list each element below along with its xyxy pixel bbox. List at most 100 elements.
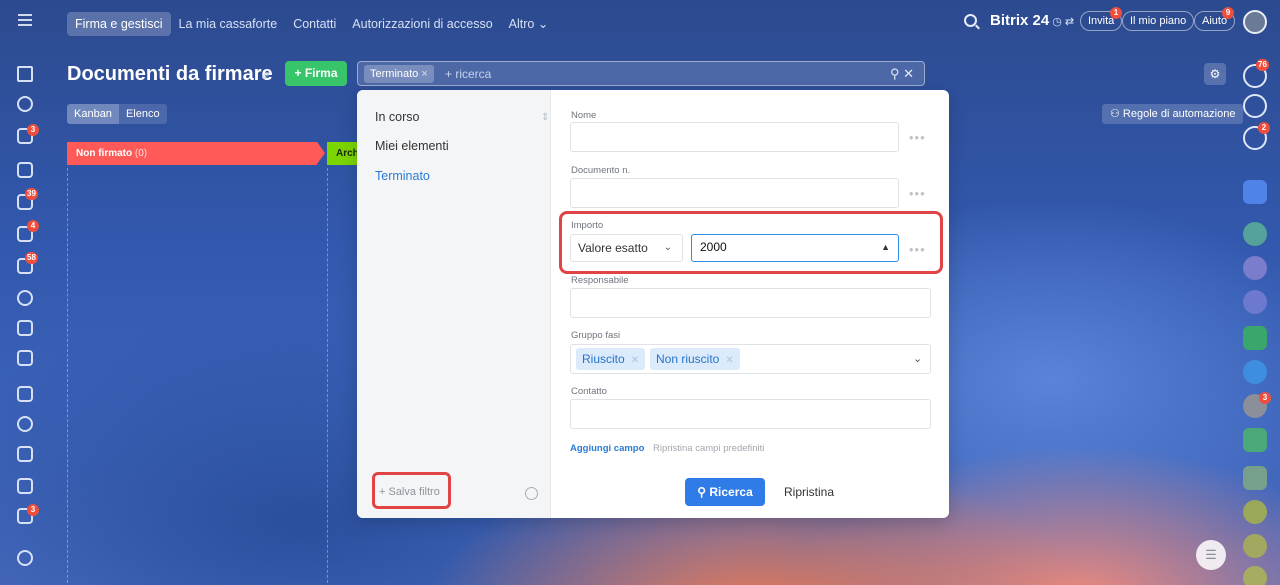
column-border: [327, 168, 328, 585]
contact-cv-icon[interactable]: [1243, 222, 1267, 246]
bookmark-icon[interactable]: [1243, 180, 1267, 204]
field-label-documento: Documento n.: [571, 165, 631, 176]
chip-close-icon[interactable]: ×: [421, 68, 427, 80]
calendar-icon[interactable]: [17, 320, 33, 336]
notifications-badge: 76: [1256, 59, 1269, 71]
gear-icon[interactable]: ⚙: [1204, 63, 1226, 85]
nav-cassaforte[interactable]: La mia cassaforte: [171, 12, 286, 36]
top-nav: Firma e gestisci La mia cassaforte Conta…: [67, 11, 556, 36]
preset-terminato[interactable]: Terminato: [375, 169, 430, 183]
contact-cb-icon[interactable]: [1243, 290, 1267, 314]
search-button-label: Ricerca: [709, 485, 753, 499]
contatto-input[interactable]: [570, 399, 931, 429]
tab-kanban[interactable]: Kanban: [67, 104, 119, 124]
activity-icon[interactable]: [17, 96, 33, 112]
tag-non-riuscito-label: Non riuscito: [656, 352, 720, 366]
feed-icon[interactable]: [17, 162, 33, 178]
list-icon[interactable]: ☰: [1196, 540, 1226, 570]
preset-settings-icon[interactable]: [525, 487, 538, 500]
tools-badge: 3: [27, 504, 39, 516]
brand-name: Bitrix: [990, 12, 1029, 29]
automation-rules-button[interactable]: ⚇ Regole di automazione: [1102, 104, 1244, 124]
field-label-gruppo: Gruppo fasi: [571, 330, 621, 341]
plan-button[interactable]: Il mio piano: [1122, 11, 1195, 31]
field-label-nome: Nome: [571, 110, 597, 121]
group-icon[interactable]: [1243, 256, 1267, 280]
plan-label: Il mio piano: [1130, 15, 1187, 27]
preset-in-corso[interactable]: In corso: [375, 110, 419, 124]
drag-handle-icon[interactable]: ⇕: [541, 112, 549, 123]
top-bar: Firma e gestisci La mia cassaforte Conta…: [0, 0, 1280, 46]
nav-autorizzazioni[interactable]: Autorizzazioni di accesso: [344, 12, 500, 36]
filter-panel: In corso ⇕ Miei elementi Terminato + Sal…: [357, 90, 949, 518]
drive-icon[interactable]: [17, 386, 33, 402]
crm-badge: 58: [25, 252, 38, 264]
documento-input[interactable]: [570, 178, 899, 208]
comment-icon[interactable]: [1243, 360, 1267, 384]
filter-chip-label: Terminato: [370, 68, 419, 80]
nav-firma-e-gestisci[interactable]: Firma e gestisci: [67, 11, 171, 36]
tab-elenco[interactable]: Elenco: [118, 104, 167, 124]
documento-more-icon[interactable]: •••: [909, 186, 926, 201]
sites-icon[interactable]: [17, 290, 33, 306]
menu-icon[interactable]: [18, 14, 32, 26]
group-2-icon[interactable]: [1243, 500, 1267, 524]
sign-icon[interactable]: [17, 446, 33, 462]
user-avatar[interactable]: [1243, 10, 1267, 34]
field-label-responsabile: Responsabile: [571, 275, 629, 286]
tag-remove-icon[interactable]: ✕: [631, 355, 639, 366]
search-icon[interactable]: [964, 14, 977, 27]
column-border: [67, 168, 68, 585]
view-switcher: Kanban Elenco: [67, 104, 167, 124]
reset-button[interactable]: Ripristina: [784, 478, 834, 506]
task-app-icon[interactable]: [1243, 428, 1267, 452]
group-3-icon[interactable]: [1243, 534, 1267, 558]
nav-altro[interactable]: Altro ⌄: [501, 11, 557, 36]
reset-fields-link[interactable]: Ripristina campi predefiniti: [653, 443, 764, 454]
preset-list: In corso ⇕ Miei elementi Terminato + Sal…: [357, 90, 551, 518]
home-icon[interactable]: [17, 66, 33, 82]
booking-icon[interactable]: [17, 478, 33, 494]
clock-icon: ◷ ⇄: [1049, 16, 1075, 28]
nav-contatti[interactable]: Contatti: [285, 12, 344, 36]
invite-label: Invita: [1088, 15, 1115, 27]
pin-icon[interactable]: ✐: [261, 69, 271, 83]
brand-number: 24: [1032, 12, 1050, 29]
user-chat-badge: 3: [1259, 392, 1271, 404]
settings-icon[interactable]: [17, 550, 33, 566]
tag-riuscito-label: Riuscito: [582, 352, 625, 366]
stage-non-firmato[interactable]: Non firmato (0): [67, 142, 325, 165]
chat-app-icon[interactable]: [1243, 326, 1267, 350]
add-firma-button[interactable]: + Firma: [285, 61, 347, 86]
messenger-badge: 2: [1258, 122, 1270, 134]
filter-search-placeholder[interactable]: + ricerca: [445, 67, 491, 81]
docs-icon[interactable]: [17, 350, 33, 366]
brand-logo: Bitrix 24 ◷ ⇄: [990, 12, 1074, 29]
tag-remove-icon[interactable]: ✕: [725, 355, 733, 366]
nome-input[interactable]: [570, 122, 899, 152]
add-field-link[interactable]: Aggiungi campo: [570, 443, 644, 454]
tag-riuscito[interactable]: Riuscito ✕: [576, 348, 646, 370]
telephony-icon[interactable]: [1243, 94, 1267, 118]
highlight-save-filter: [372, 472, 451, 509]
automation-label: Regole di automazione: [1122, 108, 1236, 120]
stage-count: (0): [134, 148, 148, 159]
nome-more-icon[interactable]: •••: [909, 130, 926, 145]
highlight-importo: [559, 211, 943, 274]
page-title: Documenti da firmare: [67, 63, 273, 85]
filter-search-bar[interactable]: Terminato × + ricerca ⚲ ✕: [357, 61, 925, 86]
group-4-icon[interactable]: [1243, 566, 1267, 585]
tag-non-riuscito[interactable]: Non riuscito ✕: [650, 348, 740, 370]
chat-badge: 3: [27, 124, 39, 136]
employees-icon[interactable]: [17, 416, 33, 432]
chevron-down-icon[interactable]: ⌄: [913, 352, 922, 365]
search-clear-icons[interactable]: ⚲ ✕: [890, 66, 914, 82]
filter-chip[interactable]: Terminato ×: [364, 65, 434, 83]
search-button[interactable]: ⚲ Ricerca: [685, 478, 765, 506]
mail-badge: 4: [27, 220, 39, 232]
task-app-2-icon[interactable]: [1243, 466, 1267, 490]
preset-miei-elementi[interactable]: Miei elementi: [375, 139, 449, 153]
help-badge: 9: [1222, 7, 1234, 19]
responsabile-input[interactable]: [570, 288, 931, 318]
stage-non-firmato-label: Non firmato: [76, 148, 133, 159]
